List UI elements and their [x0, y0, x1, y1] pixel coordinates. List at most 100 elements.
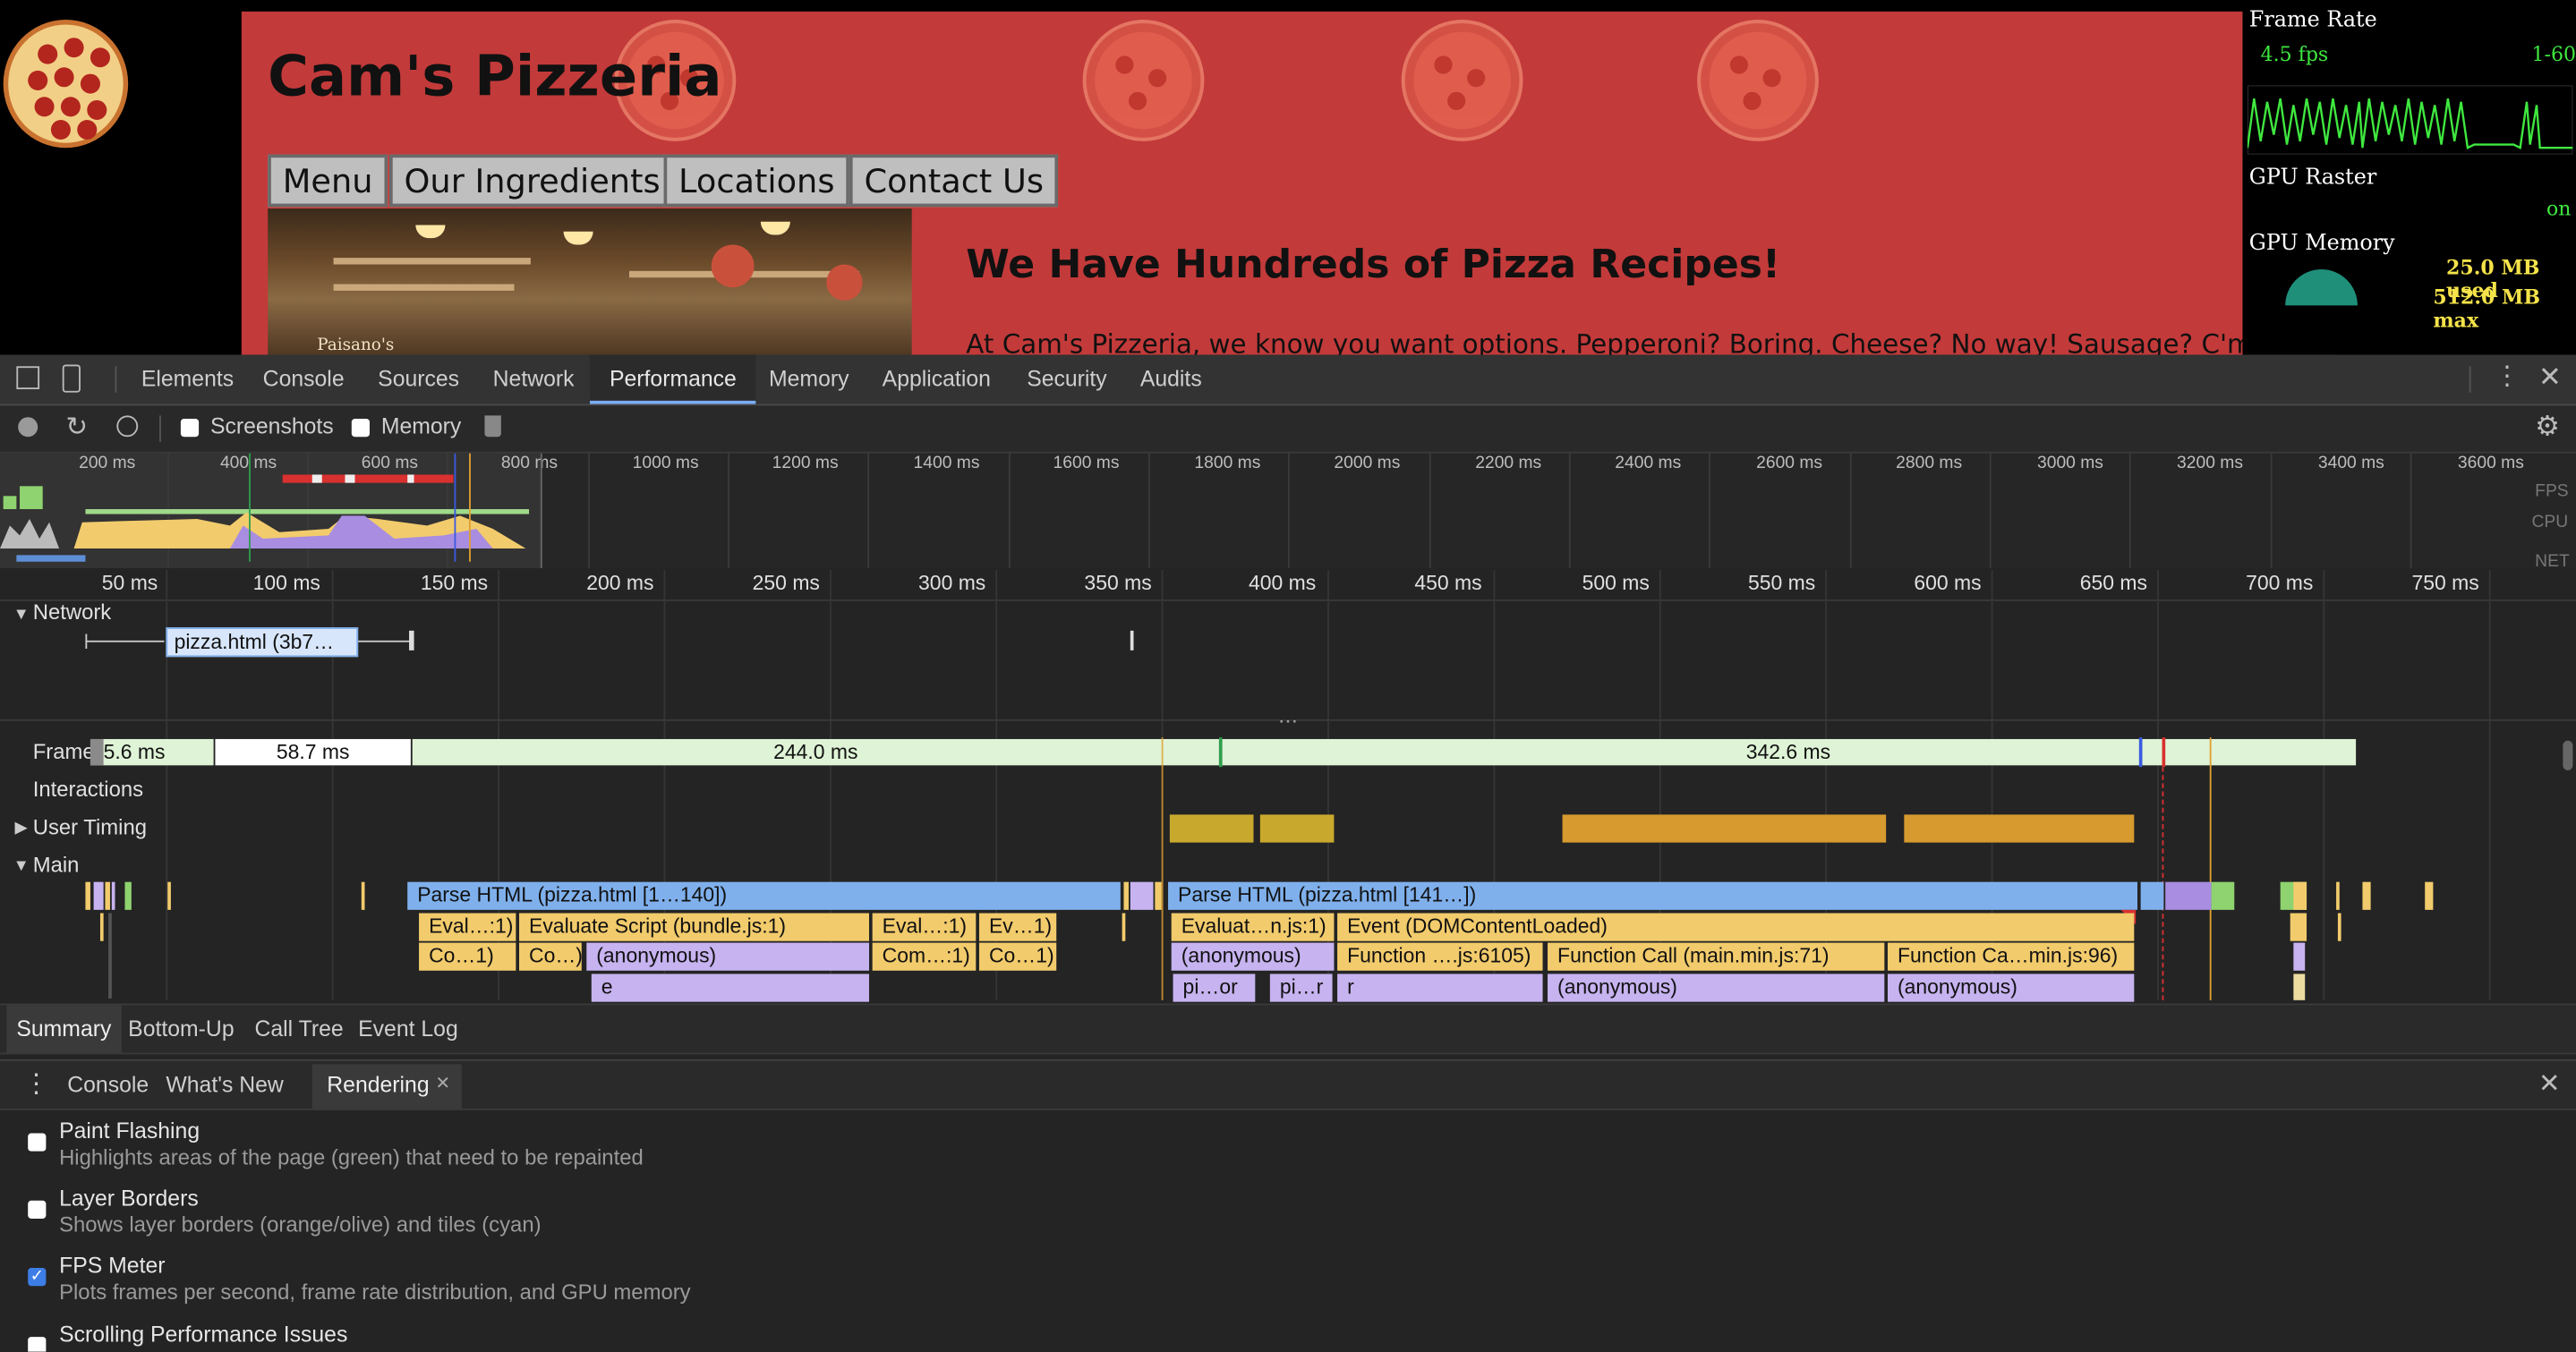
screenshots-checkbox[interactable] — [180, 419, 200, 438]
compile-block[interactable]: Com…:1) — [872, 942, 977, 971]
ruler-tick: 500 ms — [1582, 571, 1650, 595]
ruler-tick: 50 ms — [101, 571, 158, 595]
overview-tick: 2000 ms — [1334, 453, 1401, 473]
tab-bottom-up[interactable]: Bottom-Up — [128, 1005, 234, 1052]
function-block[interactable]: r — [1337, 974, 1543, 1002]
trash-icon[interactable] — [484, 415, 501, 438]
fps-lane-label: FPS — [2535, 480, 2569, 501]
frame-bar[interactable]: 342.6 ms — [1220, 738, 2357, 766]
gpu-raster-label: GPU Raster — [2248, 166, 2377, 191]
evaluate-script-block[interactable]: Eval…:1) — [419, 913, 516, 941]
function-block[interactable]: pi…r — [1269, 974, 1333, 1002]
tab-call-tree[interactable]: Call Tree — [255, 1005, 344, 1052]
nav-locations[interactable]: Locations — [663, 154, 849, 208]
vertical-scrollbar[interactable] — [2563, 740, 2573, 770]
function-call-block[interactable]: Function Call (main.min.js:71) — [1548, 942, 1885, 971]
tab-event-log[interactable]: Event Log — [358, 1005, 458, 1052]
more-options-icon[interactable]: ⋮ — [2494, 364, 2520, 390]
memory-checkbox[interactable] — [351, 419, 370, 438]
function-block[interactable]: (anonymous) — [1887, 974, 2135, 1002]
layer-borders-checkbox[interactable] — [28, 1200, 47, 1219]
tab-network[interactable]: Network — [493, 354, 575, 404]
reload-icon[interactable]: ↻ — [65, 411, 88, 444]
device-toolbar-icon[interactable] — [62, 364, 81, 393]
overview-tick: 2600 ms — [1756, 453, 1823, 473]
track-user-timing-label[interactable]: User Timing — [33, 814, 147, 839]
user-timing-mark[interactable] — [1562, 814, 1887, 843]
inspect-element-icon[interactable] — [16, 366, 40, 390]
tab-application[interactable]: Application — [883, 354, 991, 404]
tab-memory[interactable]: Memory — [769, 354, 849, 404]
evaluate-script-block[interactable]: Ev…1) — [978, 913, 1057, 941]
screenshots-label: Screenshots — [209, 413, 334, 439]
fps-graph — [2247, 85, 2573, 155]
parse-html-block[interactable]: Parse HTML (pizza.html [141…]) — [1168, 881, 2137, 910]
evaluate-script-block[interactable]: Evaluate Script (bundle.js:1) — [519, 913, 869, 941]
track-main-label[interactable]: Main — [33, 853, 80, 878]
function-block[interactable]: e — [591, 974, 869, 1002]
close-devtools-icon[interactable]: ✕ — [2538, 362, 2562, 393]
nav-contact-us[interactable]: Contact Us — [849, 154, 1059, 208]
event-block[interactable]: Event (DOMContentLoaded) — [1337, 913, 2135, 941]
settings-gear-icon[interactable]: ⚙ — [2535, 411, 2560, 444]
compile-block[interactable]: Co…) — [519, 942, 582, 971]
tab-security[interactable]: Security — [1027, 354, 1107, 404]
function-block[interactable]: pi…or — [1173, 974, 1256, 1002]
network-request-pizza-html[interactable]: pizza.html (3b7… — [166, 627, 359, 658]
evaluate-script-block[interactable]: Eval…:1) — [872, 913, 977, 941]
ruler-tick: 750 ms — [2411, 571, 2479, 595]
frame-bar[interactable]: 244.0 ms — [412, 738, 1219, 766]
drawer-tab-rendering[interactable]: Rendering — [327, 1061, 429, 1109]
details-tab-bar: Summary Bottom-Up Call Tree Event Log — [0, 1003, 2576, 1055]
user-timing-mark[interactable] — [1259, 814, 1335, 843]
function-call-block[interactable]: Function ….js:6105) — [1337, 942, 1543, 971]
compile-block[interactable]: Co…1) — [978, 942, 1057, 971]
ruler-tick: 350 ms — [1084, 571, 1152, 595]
tab-summary[interactable]: Summary — [6, 1005, 122, 1053]
overview-tick: 2400 ms — [1615, 453, 1682, 473]
record-icon[interactable] — [18, 417, 38, 438]
user-timing-mark[interactable] — [1904, 814, 2135, 843]
drawer-panel: ⋮ Console What's New Rendering ✕ ✕ Paint… — [0, 1059, 2576, 1352]
frame-bar[interactable]: 5.6 ms — [90, 738, 214, 766]
close-rendering-tab-icon[interactable]: ✕ — [435, 1061, 450, 1109]
overview-tick: 3400 ms — [2317, 453, 2384, 473]
tab-elements[interactable]: Elements — [141, 354, 234, 404]
site-content: Cam's Pizzeria Menu Our Ingredients Loca… — [241, 11, 2337, 355]
tab-sources[interactable]: Sources — [378, 354, 459, 404]
function-call-block[interactable]: Function Ca…min.js:96) — [1887, 942, 2135, 971]
tab-console[interactable]: Console — [263, 354, 345, 404]
compile-block[interactable]: Co…1) — [419, 942, 516, 971]
scrolling-performance-checkbox[interactable] — [28, 1337, 47, 1352]
timeline-ruler: 50 ms 100 ms 150 ms 200 ms 250 ms 300 ms… — [0, 569, 2576, 601]
user-timing-mark[interactable] — [1169, 814, 1254, 843]
track-interactions-label[interactable]: Interactions — [33, 777, 143, 802]
track-network-label[interactable]: Network — [33, 599, 112, 625]
function-block[interactable]: (anonymous) — [1548, 974, 1885, 1002]
timeline-overview[interactable]: 200 ms 400 ms 600 ms 800 ms 1000 ms 1200… — [0, 453, 2576, 572]
drawer-tab-whats-new[interactable]: What's New — [166, 1061, 283, 1109]
frame-bar[interactable]: 58.7 ms — [215, 738, 411, 766]
function-block[interactable]: (anonymous) — [1171, 942, 1335, 971]
drawer-menu-icon[interactable]: ⋮ — [23, 1061, 49, 1109]
tab-performance[interactable]: Performance — [589, 354, 756, 404]
collapse-main-icon[interactable]: ▼ — [13, 857, 30, 875]
expand-user-timing-icon[interactable]: ▶ — [15, 820, 28, 838]
collapse-network-icon[interactable]: ▼ — [13, 606, 30, 624]
clear-icon[interactable] — [116, 415, 139, 438]
evaluate-script-block[interactable]: Evaluat…n.js:1) — [1171, 913, 1335, 941]
drawer-tab-console[interactable]: Console — [67, 1061, 149, 1109]
function-block[interactable]: (anonymous) — [586, 942, 869, 971]
paint-flashing-checkbox[interactable] — [28, 1133, 47, 1152]
nav-our-ingredients[interactable]: Our Ingredients — [389, 154, 676, 208]
net-lane-label: NET — [2535, 551, 2570, 572]
close-drawer-icon[interactable]: ✕ — [2538, 1061, 2561, 1109]
tab-audits[interactable]: Audits — [1140, 354, 1202, 404]
option-title: Paint Flashing — [59, 1118, 200, 1144]
fps-meter-checkbox[interactable]: ✓ — [28, 1268, 47, 1287]
parse-html-block[interactable]: Parse HTML (pizza.html [1…140]) — [407, 881, 1121, 910]
ruler-tick: 700 ms — [2246, 571, 2314, 595]
option-desc: Plots frames per second, frame rate dist… — [59, 1279, 691, 1305]
gpu-memory-gauge-icon — [2285, 269, 2358, 306]
nav-menu[interactable]: Menu — [268, 154, 388, 208]
